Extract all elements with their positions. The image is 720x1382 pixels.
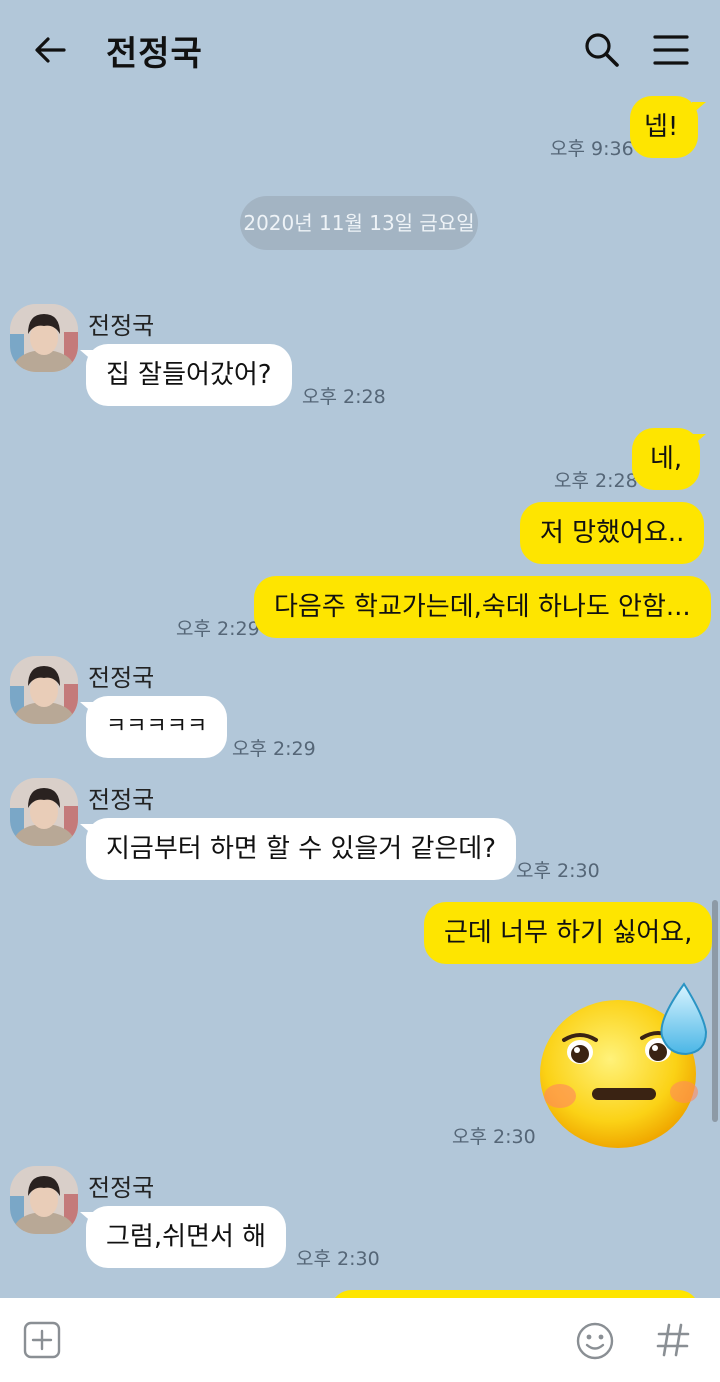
message-time: 오후 2:29 xyxy=(176,618,260,640)
message-time: 오후 2:30 xyxy=(452,1126,536,1148)
avatar[interactable] xyxy=(10,656,78,724)
search-icon[interactable] xyxy=(582,30,622,70)
sender-name: 전정국 xyxy=(88,312,155,340)
message-bubble[interactable]: 그럼,쉬면서 해 xyxy=(86,1206,287,1268)
avatar[interactable] xyxy=(10,778,78,846)
message-time: 오후 2:30 xyxy=(516,860,600,882)
message-bubble[interactable]: 근데 너무 하기 싫어요, xyxy=(424,902,713,964)
sender-name: 전정국 xyxy=(88,786,155,814)
message-row: 오후 9:36 넵! xyxy=(0,96,720,166)
date-separator: 2020년 11월 13일 금요일 xyxy=(240,196,478,250)
menu-icon[interactable] xyxy=(652,32,690,68)
avatar[interactable] xyxy=(10,1166,78,1234)
sender-name: 전정국 xyxy=(88,1174,155,1202)
chat-header: 전정국 xyxy=(0,0,720,96)
message-bubble[interactable]: 지금부터 하면 할 수 있을거 같은데? xyxy=(86,818,517,880)
sender-name: 전정국 xyxy=(88,664,155,692)
message-bubble-partial[interactable] xyxy=(330,1290,700,1298)
bubble-tail xyxy=(692,908,706,920)
avatar[interactable] xyxy=(10,304,78,372)
message-time: 오후 2:28 xyxy=(302,386,386,408)
back-arrow-icon[interactable] xyxy=(30,30,70,70)
bubble-tail xyxy=(692,102,706,114)
sweating-sad-face-emoticon[interactable] xyxy=(538,980,710,1150)
bubble-tail xyxy=(692,434,706,446)
message-list[interactable]: 오후 9:36 넵! 2020년 11월 13일 금요일 전정국 집 잘들어갔어… xyxy=(0,96,720,1298)
message-time: 오후 9:36 xyxy=(550,138,634,160)
message-bubble[interactable]: ㅋㅋㅋㅋㅋ xyxy=(86,696,228,758)
chat-title: 전정국 xyxy=(106,34,203,74)
plus-box-icon[interactable] xyxy=(22,1320,62,1360)
message-bubble[interactable]: 다음주 학교가는데,숙데 하나도 안함... xyxy=(254,576,711,638)
hashtag-icon[interactable] xyxy=(654,1320,692,1360)
message-time: 오후 2:28 xyxy=(554,470,638,492)
smiley-icon[interactable] xyxy=(574,1320,616,1362)
message-bubble[interactable]: 네, xyxy=(632,428,701,490)
input-bar xyxy=(0,1298,720,1382)
message-bubble[interactable]: 넵! xyxy=(630,96,698,158)
message-time: 오후 2:30 xyxy=(296,1248,380,1270)
scrollbar[interactable] xyxy=(712,900,718,1122)
message-bubble[interactable]: 집 잘들어갔어? xyxy=(86,344,292,406)
message-bubble[interactable]: 저 망했어요.. xyxy=(520,502,705,564)
message-time: 오후 2:29 xyxy=(232,738,316,760)
